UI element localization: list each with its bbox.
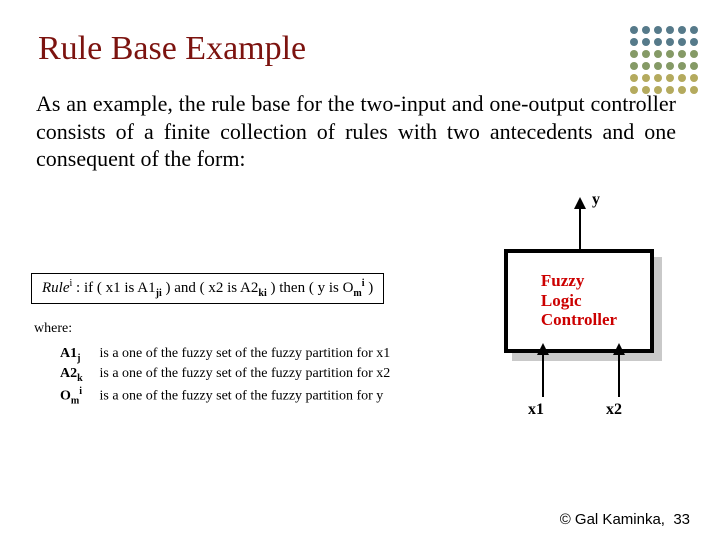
- copyright-text: © Gal Kaminka,: [560, 511, 665, 528]
- def-sub: m: [71, 396, 79, 407]
- arrow-up-icon: [542, 353, 544, 397]
- rule-definition-box: Rulei : if ( x1 is A1ji ) and ( x2 is A2…: [31, 273, 384, 304]
- rule-end: ): [365, 280, 374, 296]
- decorative-dot-grid: [630, 26, 698, 94]
- output-label-y: y: [592, 191, 600, 209]
- box-line1: Fuzzy: [541, 271, 584, 290]
- intro-paragraph: As an example, the rule base for the two…: [36, 90, 676, 173]
- rule-body: : if ( x1 is A1: [72, 280, 155, 296]
- input-label-x2: x2: [606, 401, 622, 419]
- arrow-up-icon: [618, 353, 620, 397]
- rule-prefix: Rule: [42, 280, 70, 296]
- rule-o-sub: m: [353, 288, 361, 299]
- slide-title: Rule Base Example: [38, 30, 684, 68]
- definitions-list: A1j is a one of the fuzzy set of the fuz…: [60, 345, 390, 409]
- definition-row: A1j is a one of the fuzzy set of the fuz…: [60, 345, 390, 365]
- box-line3: Controller: [541, 310, 617, 329]
- rule-mid2: ) then ( y is O: [267, 280, 354, 296]
- def-sub: j: [77, 352, 80, 363]
- page-number: 33: [673, 511, 690, 528]
- controller-box-label: Fuzzy Logic Controller: [541, 271, 617, 330]
- def-sym: O: [60, 389, 71, 404]
- def-text: is a one of the fuzzy set of the fuzzy p…: [96, 366, 390, 381]
- definition-row: A2k is a one of the fuzzy set of the fuz…: [60, 365, 390, 385]
- box-line2: Logic: [541, 291, 582, 310]
- input-label-x1: x1: [528, 401, 544, 419]
- def-text: is a one of the fuzzy set of the fuzzy p…: [96, 346, 390, 361]
- where-label: where:: [34, 321, 72, 337]
- definition-row: Omi is a one of the fuzzy set of the fuz…: [60, 385, 390, 408]
- slide: Rule Base Example As an example, the rul…: [0, 0, 720, 540]
- controller-diagram: y Fuzzy Logic Controller x1 x2: [466, 197, 678, 435]
- def-text: is a one of the fuzzy set of the fuzzy p…: [96, 389, 383, 404]
- content-area: Rulei : if ( x1 is A1ji ) and ( x2 is A2…: [36, 233, 684, 463]
- def-sym: A1: [60, 346, 77, 361]
- arrow-up-icon: [579, 207, 581, 249]
- def-sup: i: [79, 386, 82, 397]
- rule-a2-sub: ki: [258, 288, 266, 299]
- rule-mid1: ) and ( x2 is A2: [162, 280, 259, 296]
- footer: © Gal Kaminka, 33: [560, 511, 690, 528]
- controller-box: Fuzzy Logic Controller: [504, 249, 654, 353]
- def-sym: A2: [60, 366, 77, 381]
- def-sub: k: [77, 373, 83, 384]
